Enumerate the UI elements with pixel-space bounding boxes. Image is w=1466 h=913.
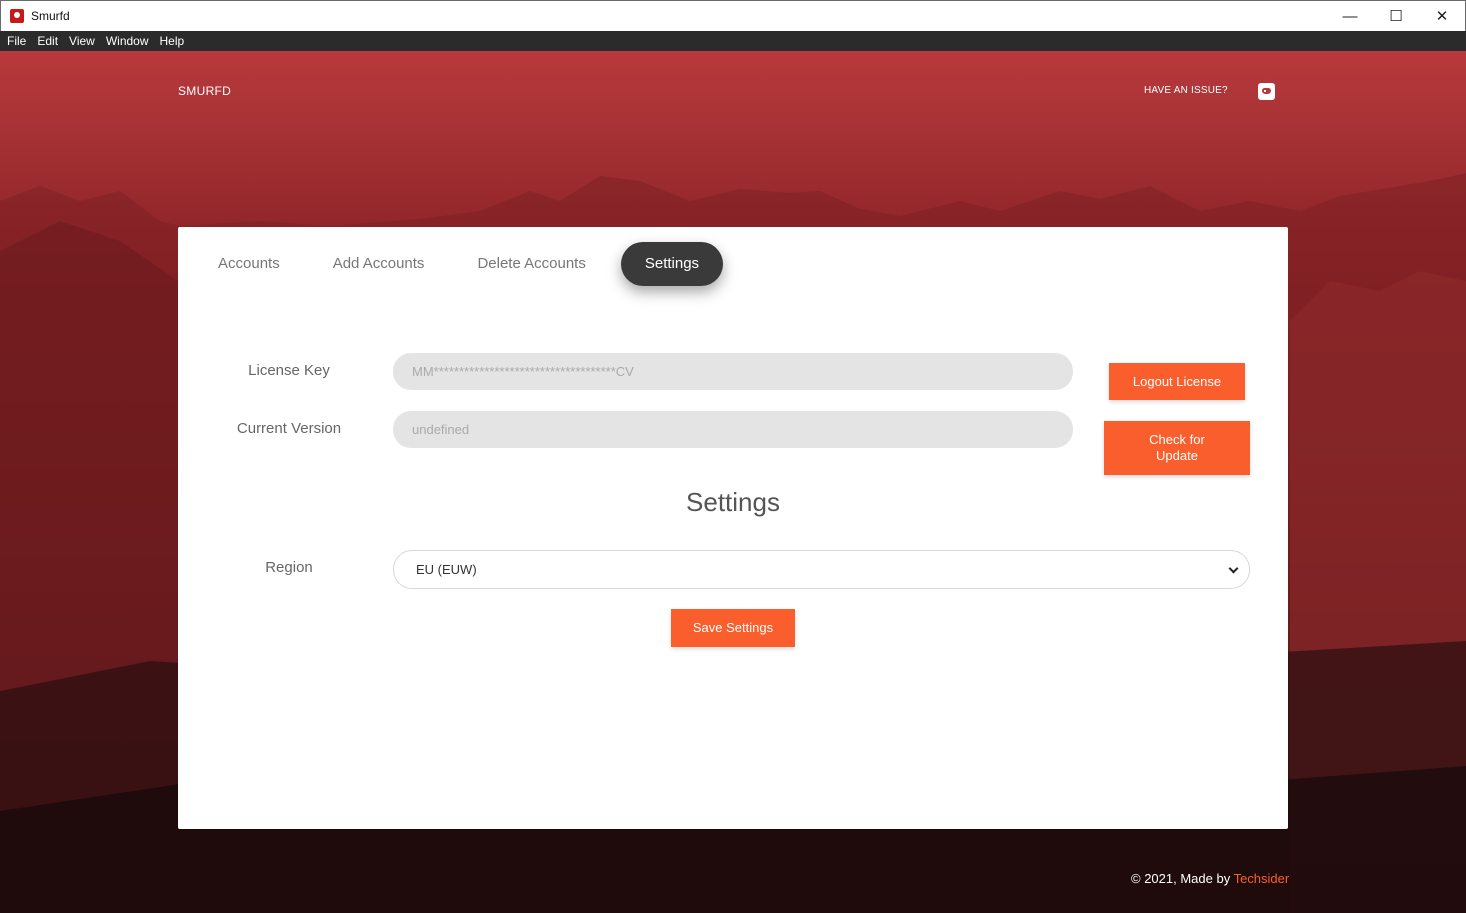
minimize-button[interactable]: —: [1327, 1, 1373, 31]
window-titlebar: Smurfd — ☐ ✕: [0, 0, 1466, 31]
region-label: Region: [265, 559, 313, 576]
menu-help[interactable]: Help: [155, 34, 190, 48]
region-select[interactable]: EU (EUW): [393, 550, 1250, 589]
app-icon: [10, 9, 24, 23]
discord-icon[interactable]: [1258, 83, 1275, 100]
have-an-issue-link[interactable]: HAVE AN ISSUE?: [1144, 85, 1228, 96]
tab-settings[interactable]: Settings: [620, 242, 724, 286]
tab-bar: Accounts Add Accounts Delete Accounts Se…: [200, 242, 740, 286]
footer-techsider-link[interactable]: Techsider: [1234, 871, 1290, 886]
menu-file[interactable]: File: [2, 34, 31, 48]
region-selected-value: EU (EUW): [416, 562, 477, 577]
logout-license-button[interactable]: Logout License: [1109, 363, 1245, 400]
menu-bar: File Edit View Window Help: [0, 31, 1466, 51]
close-button[interactable]: ✕: [1419, 1, 1465, 31]
settings-card: Accounts Add Accounts Delete Accounts Se…: [178, 227, 1288, 829]
menu-view[interactable]: View: [64, 34, 100, 48]
tab-accounts[interactable]: Accounts: [200, 242, 298, 286]
tab-delete-accounts[interactable]: Delete Accounts: [459, 242, 603, 286]
window-controls: — ☐ ✕: [1327, 1, 1465, 31]
footer: © 2021, Made by Techsider: [1131, 871, 1289, 886]
current-version-label: Current Version: [236, 420, 342, 437]
save-settings-button[interactable]: Save Settings: [671, 609, 795, 647]
menu-edit[interactable]: Edit: [32, 34, 63, 48]
menu-window[interactable]: Window: [101, 34, 154, 48]
brand-logo[interactable]: SMURFD: [178, 84, 231, 98]
license-key-label: License Key: [248, 362, 330, 379]
current-version-field[interactable]: undefined: [393, 411, 1073, 448]
footer-text: © 2021, Made by: [1131, 871, 1234, 886]
tab-add-accounts[interactable]: Add Accounts: [315, 242, 443, 286]
chevron-down-icon: [1228, 563, 1239, 574]
check-for-update-button[interactable]: Check for Update: [1104, 421, 1250, 475]
license-key-field[interactable]: MM************************************CV: [393, 353, 1073, 390]
maximize-button[interactable]: ☐: [1373, 1, 1419, 31]
window-title: Smurfd: [31, 9, 70, 23]
settings-title: Settings: [686, 487, 780, 517]
